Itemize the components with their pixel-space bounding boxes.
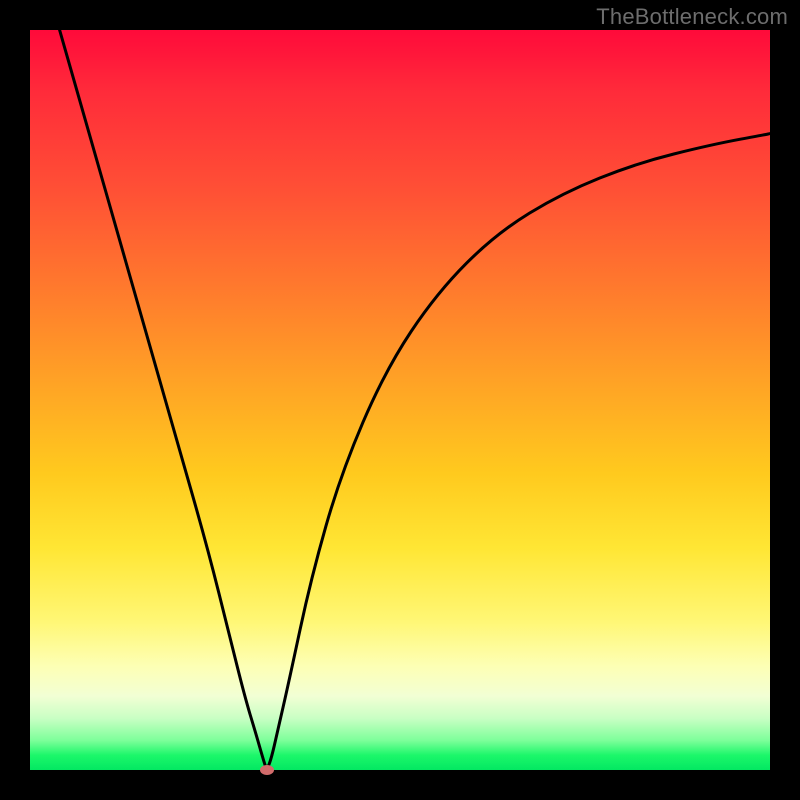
minimum-marker <box>260 765 274 775</box>
chart-frame: TheBottleneck.com <box>0 0 800 800</box>
watermark-text: TheBottleneck.com <box>596 4 788 30</box>
plot-area <box>30 30 770 770</box>
bottleneck-curve <box>30 30 770 770</box>
curve-path <box>60 30 770 767</box>
